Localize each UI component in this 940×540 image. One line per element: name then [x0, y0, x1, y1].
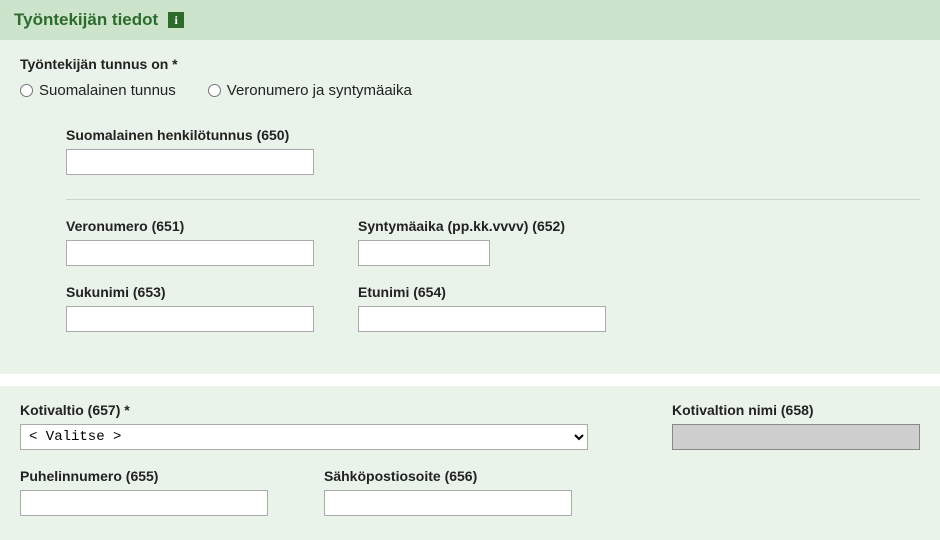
- radio-taxno-dob-label: Veronumero ja syntymäaika: [227, 82, 412, 99]
- phone-input[interactable]: [20, 490, 268, 516]
- dob-input[interactable]: [358, 240, 490, 266]
- dob-label: Syntymäaika (pp.kk.vvvv) (652): [358, 218, 565, 234]
- lastname-input[interactable]: [66, 306, 314, 332]
- contact-panel: Kotivaltio (657) * < Valitse > Kotivalti…: [0, 386, 940, 540]
- country-row: Kotivaltio (657) * < Valitse > Kotivalti…: [20, 402, 920, 450]
- firstname-label: Etunimi (654): [358, 284, 606, 300]
- country-select[interactable]: < Valitse >: [20, 424, 588, 450]
- name-row: Sukunimi (653) Etunimi (654): [66, 284, 920, 350]
- radio-finnish-id[interactable]: [20, 84, 33, 97]
- radio-taxno-dob[interactable]: [208, 84, 221, 97]
- country-name-readonly: [672, 424, 920, 450]
- email-field-group: Sähköpostiosoite (656): [324, 468, 572, 516]
- ssn-field-group: Suomalainen henkilötunnus (650): [66, 127, 920, 175]
- employee-id-group-label: Työntekijän tunnus on *: [20, 56, 920, 72]
- taxno-dob-row: Veronumero (651) Syntymäaika (pp.kk.vvvv…: [66, 218, 920, 284]
- radio-finnish-id-label: Suomalainen tunnus: [39, 82, 176, 99]
- ssn-input[interactable]: [66, 149, 314, 175]
- employee-id-radio-group: Suomalainen tunnus Veronumero ja syntymä…: [20, 82, 920, 99]
- country-name-field-group: Kotivaltion nimi (658): [632, 402, 920, 450]
- taxno-label: Veronumero (651): [66, 218, 314, 234]
- employee-id-panel: Työntekijän tunnus on * Suomalainen tunn…: [0, 40, 940, 374]
- lastname-field-group: Sukunimi (653): [66, 284, 314, 332]
- radio-option-taxno-dob[interactable]: Veronumero ja syntymäaika: [208, 82, 412, 99]
- firstname-field-group: Etunimi (654): [358, 284, 606, 332]
- section-header: Työntekijän tiedot i: [0, 0, 940, 40]
- info-icon[interactable]: i: [168, 12, 184, 28]
- country-field-group: Kotivaltio (657) * < Valitse >: [20, 402, 588, 450]
- ssn-label: Suomalainen henkilötunnus (650): [66, 127, 920, 143]
- contact-row: Puhelinnumero (655) Sähköpostiosoite (65…: [20, 468, 920, 516]
- radio-option-finnish-id[interactable]: Suomalainen tunnus: [20, 82, 176, 99]
- section-title: Työntekijän tiedot: [14, 10, 158, 30]
- email-label: Sähköpostiosoite (656): [324, 468, 572, 484]
- firstname-input[interactable]: [358, 306, 606, 332]
- lastname-label: Sukunimi (653): [66, 284, 314, 300]
- email-input[interactable]: [324, 490, 572, 516]
- separator: [66, 199, 920, 200]
- country-label: Kotivaltio (657) *: [20, 402, 588, 418]
- id-fields-block: Suomalainen henkilötunnus (650) Veronume…: [66, 127, 920, 350]
- phone-label: Puhelinnumero (655): [20, 468, 268, 484]
- phone-field-group: Puhelinnumero (655): [20, 468, 268, 516]
- taxno-field-group: Veronumero (651): [66, 218, 314, 266]
- taxno-input[interactable]: [66, 240, 314, 266]
- country-name-label: Kotivaltion nimi (658): [672, 402, 920, 418]
- dob-field-group: Syntymäaika (pp.kk.vvvv) (652): [358, 218, 565, 266]
